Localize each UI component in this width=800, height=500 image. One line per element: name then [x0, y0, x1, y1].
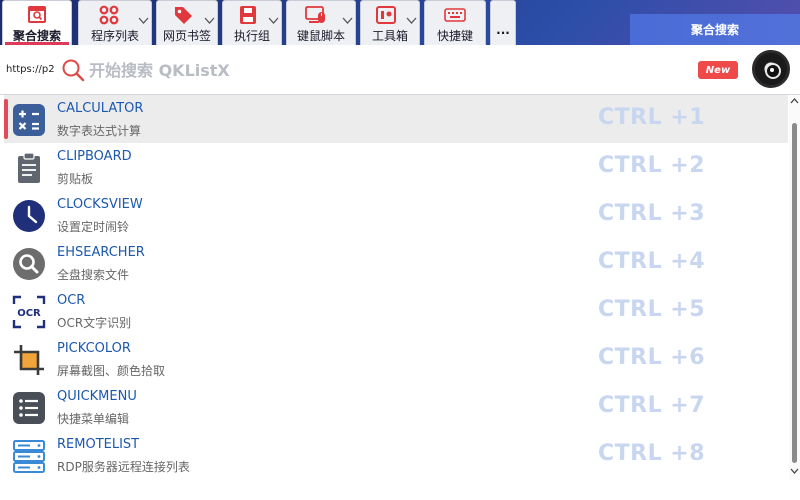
item-desc: RDP服务器远程连接列表	[57, 460, 190, 474]
search-bar: https://p2. New	[0, 45, 800, 95]
tab-bar: 聚合搜索 程序列表 网页书签 执行组 键鼠脚本 工具箱 快捷键 ... 聚合搜索	[0, 0, 800, 45]
aggregate-search-header: 聚合搜索	[630, 14, 800, 45]
item-desc: 快捷菜单编辑	[57, 412, 130, 426]
item-shortcut: CTRL +5	[598, 297, 706, 322]
search-icon[interactable]	[61, 58, 85, 82]
item-shortcut: CTRL +2	[598, 153, 706, 178]
list-item[interactable]: CLOCKSVIEW 设置定时闹铃 CTRL +3	[4, 191, 788, 239]
list-item[interactable]: CALCULATOR 数字表达式计算 CTRL +1	[4, 95, 788, 143]
chevron-down-icon[interactable]	[406, 17, 417, 25]
item-name: QUICKMENU	[57, 389, 137, 404]
item-name: CLOCKSVIEW	[57, 197, 143, 212]
item-desc: 数字表达式计算	[57, 124, 142, 138]
item-name: OCR	[57, 293, 86, 308]
tab-key-mouse-script[interactable]: 键鼠脚本	[286, 0, 356, 45]
list-item[interactable]: EHSEARCHER 全盘搜索文件 CTRL +4	[4, 239, 788, 287]
magnifier-icon	[13, 248, 45, 280]
result-list: CALCULATOR 数字表达式计算 CTRL +1 CLIPBOARD 剪贴板…	[0, 95, 800, 500]
tab-label: 网页书签	[162, 29, 211, 43]
tab-label: 程序列表	[90, 29, 139, 43]
tab-hotkeys[interactable]: 快捷键	[424, 0, 486, 45]
tab-aggregate-search[interactable]: 聚合搜索	[2, 0, 72, 45]
item-name: REMOTELIST	[57, 437, 140, 452]
chevron-down-icon[interactable]	[268, 17, 279, 25]
crop-icon	[14, 345, 44, 375]
new-badge[interactable]: New	[698, 61, 738, 79]
item-shortcut: CTRL +4	[598, 249, 706, 274]
chevron-down-icon[interactable]	[138, 17, 149, 25]
keyboard-mouse-icon	[305, 4, 327, 26]
svg-text:OCR: OCR	[17, 308, 41, 319]
item-shortcut: CTRL +8	[598, 441, 706, 466]
item-shortcut: CTRL +1	[598, 105, 706, 130]
item-name: PICKCOLOR	[57, 341, 131, 356]
calculator-icon	[13, 104, 45, 136]
save-disk-icon	[237, 4, 259, 26]
tab-web-bookmarks[interactable]: 网页书签	[156, 0, 218, 45]
item-desc: 屏幕截图、颜色拾取	[57, 364, 166, 378]
item-name: CALCULATOR	[57, 101, 144, 116]
server-icon	[13, 440, 45, 473]
app-grid-icon	[98, 4, 120, 26]
source-url-text[interactable]: https://p2.	[6, 64, 54, 75]
menu-list-icon	[13, 392, 45, 424]
search-window-icon	[26, 4, 48, 26]
item-shortcut: CTRL +6	[598, 345, 706, 370]
tab-label: 快捷键	[436, 29, 473, 43]
item-desc: 剪贴板	[57, 172, 94, 186]
tab-label: 聚合搜索	[12, 29, 61, 43]
tab-more[interactable]: ...	[490, 0, 516, 45]
scroll-down-arrow-icon[interactable]	[790, 467, 799, 475]
clock-icon	[13, 200, 45, 232]
list-item[interactable]: PICKCOLOR 屏幕截图、颜色拾取 CTRL +6	[4, 335, 788, 383]
item-name: CLIPBOARD	[57, 149, 132, 164]
more-icon: ...	[496, 23, 510, 37]
list-item[interactable]: OCR OCR OCR文字识别 CTRL +5	[4, 287, 788, 335]
chevron-down-icon[interactable]	[204, 17, 215, 25]
tab-program-list[interactable]: 程序列表	[78, 0, 152, 45]
item-name: EHSEARCHER	[57, 245, 145, 260]
tab-label: 键鼠脚本	[296, 29, 345, 43]
tab-exec-group[interactable]: 执行组	[222, 0, 282, 45]
list-item[interactable]: QUICKMENU 快捷菜单编辑 CTRL +7	[4, 383, 788, 431]
tab-label: 工具箱	[371, 29, 408, 43]
item-desc: OCR文字识别	[57, 316, 132, 330]
list-item[interactable]: CLIPBOARD 剪贴板 CTRL +2	[4, 143, 788, 191]
tab-label: 执行组	[233, 29, 270, 43]
bookmark-tag-icon	[172, 4, 194, 26]
toolbox-icon	[375, 4, 397, 26]
item-desc: 设置定时闹铃	[57, 220, 130, 234]
ocr-icon: OCR	[12, 295, 46, 329]
list-item[interactable]: REMOTELIST RDP服务器远程连接列表 CTRL +8	[4, 431, 788, 479]
item-desc: 全盘搜索文件	[57, 268, 130, 282]
vertical-scrollbar[interactable]	[789, 95, 800, 480]
item-shortcut: CTRL +7	[598, 393, 706, 418]
keyboard-icon	[444, 4, 466, 26]
chevron-down-icon[interactable]	[342, 17, 353, 25]
scroll-up-arrow-icon[interactable]	[790, 97, 799, 105]
avatar[interactable]	[752, 50, 790, 88]
tab-toolbox[interactable]: 工具箱	[360, 0, 420, 45]
scroll-thumb[interactable]	[792, 123, 797, 463]
search-input[interactable]	[89, 57, 649, 83]
item-shortcut: CTRL +3	[598, 201, 706, 226]
clipboard-icon	[18, 152, 40, 183]
